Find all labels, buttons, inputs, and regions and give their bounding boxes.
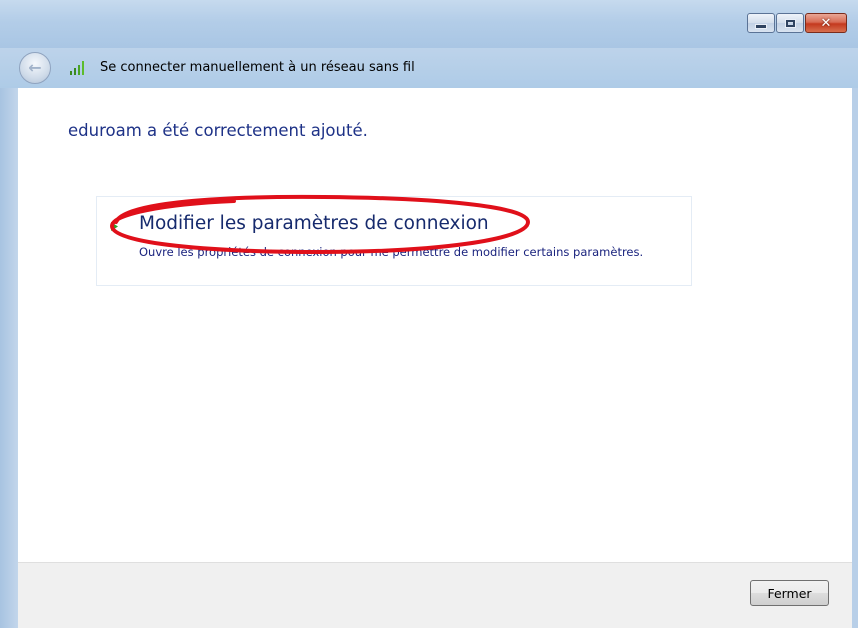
close-icon: ✕ <box>820 15 832 31</box>
title-bar[interactable]: ✕ <box>0 0 858 48</box>
window-close-button[interactable]: ✕ <box>805 13 847 33</box>
footer-bar <box>18 562 852 628</box>
wireless-signal-icon <box>70 61 84 75</box>
modify-settings-link[interactable]: Modifier les paramètres de connexion <box>139 213 489 234</box>
maximize-icon <box>784 18 796 28</box>
modify-settings-task[interactable] <box>96 196 692 286</box>
navigation-bar: ← Se connecter manuellement à un réseau … <box>0 48 858 89</box>
wizard-window: ✕ ← Se connecter manuellement à un résea… <box>0 0 858 628</box>
close-button[interactable]: Fermer <box>750 580 829 606</box>
minimize-icon <box>755 23 767 29</box>
window-frame-right <box>852 88 858 628</box>
caption-buttons: ✕ <box>746 13 847 33</box>
window-frame-left <box>0 88 18 628</box>
back-button[interactable]: ← <box>19 52 51 84</box>
wizard-title: Se connecter manuellement à un réseau sa… <box>100 60 415 75</box>
success-heading: eduroam a été correctement ajouté. <box>68 121 368 140</box>
green-arrow-icon <box>111 222 118 231</box>
maximize-button[interactable] <box>776 13 804 33</box>
content-area <box>18 88 852 562</box>
modify-settings-description: Ouvre les propriétés de connexion pour m… <box>139 245 644 259</box>
minimize-button[interactable] <box>747 13 775 33</box>
back-arrow-icon: ← <box>28 58 42 77</box>
